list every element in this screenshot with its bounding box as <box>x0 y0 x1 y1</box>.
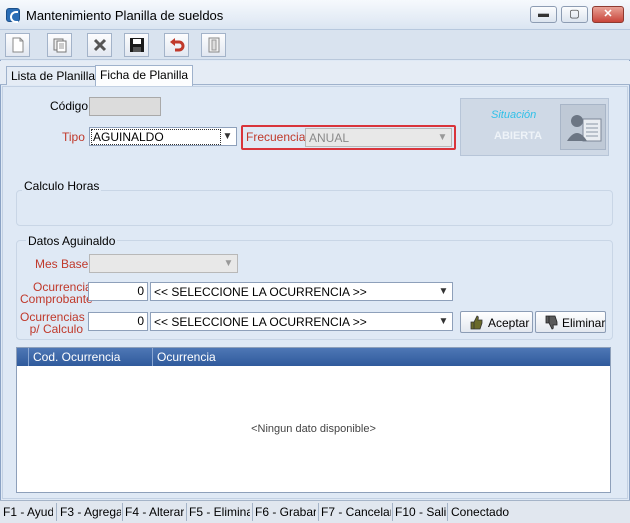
mes-base-label: Mes Base <box>35 257 89 271</box>
chevron-down-icon: ▼ <box>223 258 234 269</box>
status-f3: F3 - Agregar <box>60 505 121 519</box>
minimize-button[interactable]: ▬ <box>530 6 557 23</box>
status-connection: Conectado <box>451 505 510 519</box>
save-button[interactable] <box>124 33 149 57</box>
codigo-label: Código <box>50 99 89 113</box>
thumbs-up-icon <box>470 315 483 330</box>
window-title: Mantenimiento Planilla de sueldos <box>26 8 224 23</box>
exit-button[interactable] <box>201 33 226 57</box>
ocurrencias-calculo-select[interactable]: << SELECCIONE LA OCURRENCIA >> ▼ <box>150 312 453 331</box>
status-f5: F5 - Eliminar <box>189 505 250 519</box>
undo-button[interactable] <box>164 33 189 57</box>
copy-button[interactable] <box>47 33 72 57</box>
ocurrencia-comprobante-label-2: Comprobante <box>20 292 93 306</box>
ocurrencia-comprobante-number[interactable]: 0 <box>88 282 148 301</box>
frecuencia-label: Frecuencia <box>246 130 306 144</box>
ocurrencias-calculo-label-2: p/ Calculo <box>29 322 83 336</box>
situacion-label: Situación <box>491 109 537 121</box>
tab-strip: Lista de Planillas Ficha de Planilla <box>0 61 630 86</box>
ocurrencia-comprobante-select[interactable]: << SELECCIONE LA OCURRENCIA >> ▼ <box>150 282 453 301</box>
eliminar-label: Eliminar <box>562 316 606 330</box>
thumbs-down-icon <box>545 315 558 330</box>
status-bar: F1 - Ayuda F3 - Agregar F4 - Alterar F5 … <box>0 500 630 523</box>
delete-button[interactable] <box>87 33 112 57</box>
chevron-down-icon: ▼ <box>438 316 449 327</box>
delete-icon <box>93 38 107 52</box>
eliminar-button[interactable]: Eliminar <box>535 311 606 333</box>
maximize-button[interactable]: ▢ <box>561 6 588 23</box>
status-f1: F1 - Ayuda <box>3 505 53 519</box>
status-separator <box>56 503 57 521</box>
chevron-down-icon: ▼ <box>437 132 448 143</box>
grid-header: Cod. Ocurrencia Ocurrencia <box>17 348 610 366</box>
chevron-down-icon: ▼ <box>438 286 449 297</box>
title-bar: Mantenimiento Planilla de sueldos ▬ ▢ ✕ <box>0 0 630 30</box>
status-f10: F10 - Salir <box>395 505 446 519</box>
ocurrencias-calculo-number[interactable]: 0 <box>88 312 148 331</box>
ocurrencia-comprobante-select-value: << SELECCIONE LA OCURRENCIA >> <box>154 285 367 299</box>
undo-icon <box>170 38 185 52</box>
tipo-select[interactable]: AGUINALDO ▼ <box>89 127 237 146</box>
situacion-value: ABIERTA <box>494 130 543 142</box>
grid-col-divider <box>152 348 153 366</box>
status-separator <box>318 503 319 521</box>
new-icon <box>12 37 24 53</box>
ocurrencias-calculo-select-value: << SELECCIONE LA OCURRENCIA >> <box>154 315 367 329</box>
exit-icon <box>208 37 220 53</box>
status-separator <box>122 503 123 521</box>
frecuencia-select: ANUAL ▼ <box>305 128 452 147</box>
situacion-box: Situación ABIERTA <box>460 98 609 156</box>
tipo-label: Tipo <box>62 130 85 144</box>
tipo-select-value: AGUINALDO <box>91 129 221 145</box>
status-f6: F6 - Grabar <box>255 505 316 519</box>
grid-empty-text: <Ningun dato disponible> <box>251 423 376 435</box>
calculo-horas-title: Calculo Horas <box>22 179 102 193</box>
status-f4: F4 - Alterar <box>125 505 184 519</box>
datos-aguinaldo-title: Datos Aguinaldo <box>26 234 118 248</box>
close-button[interactable]: ✕ <box>592 6 624 23</box>
aceptar-button[interactable]: Aceptar <box>460 311 533 333</box>
toolbar <box>0 30 630 60</box>
app-icon <box>6 8 20 23</box>
tab-lista-planillas[interactable]: Lista de Planillas <box>6 66 107 85</box>
calculo-horas-group <box>16 190 613 226</box>
ocurrencias-grid[interactable]: Cod. Ocurrencia Ocurrencia <Ningun dato … <box>16 347 611 493</box>
tab-ficha-planilla[interactable]: Ficha de Planilla <box>95 65 194 86</box>
status-f7: F7 - Cancelar <box>321 505 391 519</box>
save-icon <box>130 38 144 52</box>
user-document-icon <box>560 104 606 150</box>
codigo-field <box>89 97 161 116</box>
copy-icon <box>53 38 67 53</box>
grid-col-cod-ocurrencia[interactable]: Cod. Ocurrencia <box>33 350 120 364</box>
frecuencia-select-value: ANUAL <box>309 131 350 145</box>
new-button[interactable] <box>5 33 30 57</box>
mes-base-select: ▼ <box>89 254 238 273</box>
aceptar-label: Aceptar <box>488 316 530 330</box>
status-separator <box>252 503 253 521</box>
status-separator <box>186 503 187 521</box>
status-separator <box>447 503 448 521</box>
status-separator <box>392 503 393 521</box>
chevron-down-icon: ▼ <box>222 131 233 142</box>
grid-col-ocurrencia[interactable]: Ocurrencia <box>157 350 216 364</box>
grid-row-indicator-header <box>17 348 29 366</box>
